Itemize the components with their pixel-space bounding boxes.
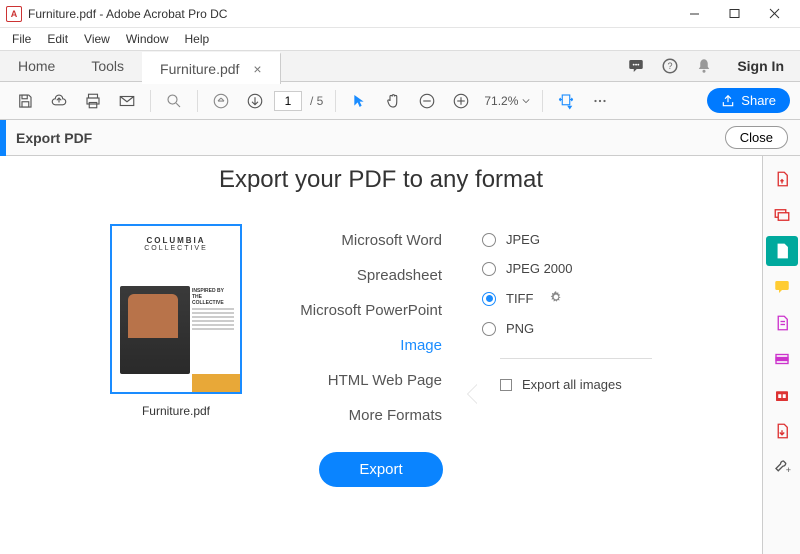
window-titlebar: A Furniture.pdf - Adobe Acrobat Pro DC bbox=[0, 0, 800, 28]
document-thumbnail-col: COLUMBIA COLLECTIVE INSPIRED BY THE COLL… bbox=[110, 224, 242, 424]
export-pdf-title: Export PDF bbox=[16, 130, 725, 146]
option-tiff[interactable]: TIFF bbox=[482, 290, 652, 307]
bell-icon[interactable] bbox=[687, 51, 721, 81]
rail-redact-icon[interactable] bbox=[766, 344, 798, 374]
close-window-button[interactable] bbox=[754, 3, 794, 25]
document-thumbnail[interactable]: COLUMBIA COLLECTIVE INSPIRED BY THE COLL… bbox=[110, 224, 242, 394]
cloud-icon[interactable] bbox=[44, 86, 74, 116]
maximize-button[interactable] bbox=[714, 3, 754, 25]
app-icon: A bbox=[6, 6, 22, 22]
rail-protect-icon[interactable] bbox=[766, 380, 798, 410]
menu-edit[interactable]: Edit bbox=[39, 30, 76, 48]
print-icon[interactable] bbox=[78, 86, 108, 116]
thumb-image-placeholder bbox=[120, 286, 190, 374]
tab-document-label: Furniture.pdf bbox=[160, 61, 239, 77]
thumbnail-filename: Furniture.pdf bbox=[142, 404, 210, 418]
sign-in-button[interactable]: Sign In bbox=[721, 51, 800, 81]
option-png[interactable]: PNG bbox=[482, 321, 652, 336]
thumb-accent bbox=[192, 374, 240, 392]
menu-window[interactable]: Window bbox=[118, 30, 177, 48]
share-button[interactable]: Share bbox=[707, 88, 790, 113]
format-powerpoint[interactable]: Microsoft PowerPoint bbox=[282, 302, 442, 319]
hand-tool-icon[interactable] bbox=[378, 86, 408, 116]
format-more[interactable]: More Formats bbox=[282, 407, 442, 424]
page-total-label: / 5 bbox=[310, 94, 323, 108]
format-image[interactable]: Image bbox=[282, 337, 442, 354]
save-icon[interactable] bbox=[10, 86, 40, 116]
tab-home[interactable]: Home bbox=[0, 51, 73, 81]
thumb-brand1: COLUMBIA bbox=[112, 236, 240, 245]
format-spreadsheet[interactable]: Spreadsheet bbox=[282, 267, 442, 284]
help-icon[interactable]: ? bbox=[653, 51, 687, 81]
prev-page-icon[interactable] bbox=[206, 86, 236, 116]
tools-rail: + bbox=[762, 156, 800, 554]
comment-icon[interactable]: ••• bbox=[619, 51, 653, 81]
menu-bar: File Edit View Window Help bbox=[0, 28, 800, 50]
svg-text:•••: ••• bbox=[633, 62, 641, 69]
option-jpeg2000[interactable]: JPEG 2000 bbox=[482, 261, 652, 276]
svg-text:?: ? bbox=[668, 61, 673, 71]
selection-pointer bbox=[468, 384, 478, 404]
minimize-button[interactable] bbox=[674, 3, 714, 25]
svg-text:+: + bbox=[785, 465, 790, 475]
menu-file[interactable]: File bbox=[4, 30, 39, 48]
select-tool-icon[interactable] bbox=[344, 86, 374, 116]
main-area: Export your PDF to any format COLUMBIA C… bbox=[0, 156, 800, 554]
fit-width-icon[interactable] bbox=[551, 86, 581, 116]
zoom-level-dropdown[interactable]: 71.2% bbox=[484, 94, 530, 108]
menu-help[interactable]: Help bbox=[177, 30, 218, 48]
export-pdf-bar: Export PDF Close bbox=[0, 120, 800, 156]
export-all-images-checkbox[interactable]: Export all images bbox=[500, 377, 652, 392]
tab-document[interactable]: Furniture.pdf × bbox=[142, 52, 281, 84]
search-icon[interactable] bbox=[159, 86, 189, 116]
export-panel: Export your PDF to any format COLUMBIA C… bbox=[0, 156, 762, 554]
thumb-text-block: INSPIRED BY THE COLLECTIVE bbox=[192, 288, 234, 332]
panel-accent bbox=[0, 120, 6, 156]
upload-icon bbox=[721, 94, 735, 108]
format-list: Microsoft Word Spreadsheet Microsoft Pow… bbox=[282, 224, 442, 424]
zoom-in-icon[interactable] bbox=[446, 86, 476, 116]
zoom-out-icon[interactable] bbox=[412, 86, 442, 116]
format-word[interactable]: Microsoft Word bbox=[282, 232, 442, 249]
view-tabs: Home Tools Furniture.pdf × ••• ? Sign In bbox=[0, 50, 800, 82]
rail-optimize-icon[interactable] bbox=[766, 416, 798, 446]
format-html[interactable]: HTML Web Page bbox=[282, 372, 442, 389]
window-title: Furniture.pdf - Adobe Acrobat Pro DC bbox=[28, 7, 674, 21]
more-tools-icon[interactable] bbox=[585, 86, 615, 116]
rail-comment-icon[interactable] bbox=[766, 272, 798, 302]
next-page-icon[interactable] bbox=[240, 86, 270, 116]
close-panel-button[interactable]: Close bbox=[725, 126, 788, 149]
export-heading: Export your PDF to any format bbox=[0, 166, 762, 194]
menu-view[interactable]: View bbox=[76, 30, 118, 48]
close-tab-icon[interactable]: × bbox=[253, 61, 261, 77]
mail-icon[interactable] bbox=[112, 86, 142, 116]
option-jpeg[interactable]: JPEG bbox=[482, 232, 652, 247]
rail-more-tools-icon[interactable]: + bbox=[766, 452, 798, 482]
window-controls bbox=[674, 3, 794, 25]
export-button[interactable]: Export bbox=[319, 452, 442, 487]
image-options: JPEG JPEG 2000 TIFF PNG Export all image… bbox=[482, 224, 652, 424]
rail-create-pdf-icon[interactable] bbox=[766, 164, 798, 194]
toolbar: / 5 71.2% Share bbox=[0, 82, 800, 120]
page-number-input[interactable] bbox=[274, 91, 302, 111]
tiff-settings-gear-icon[interactable] bbox=[549, 290, 563, 307]
tab-tools[interactable]: Tools bbox=[73, 51, 142, 81]
rail-combine-icon[interactable] bbox=[766, 200, 798, 230]
thumb-brand2: COLLECTIVE bbox=[112, 245, 240, 252]
rail-organize-icon[interactable] bbox=[766, 308, 798, 338]
rail-export-pdf-icon[interactable] bbox=[766, 236, 798, 266]
